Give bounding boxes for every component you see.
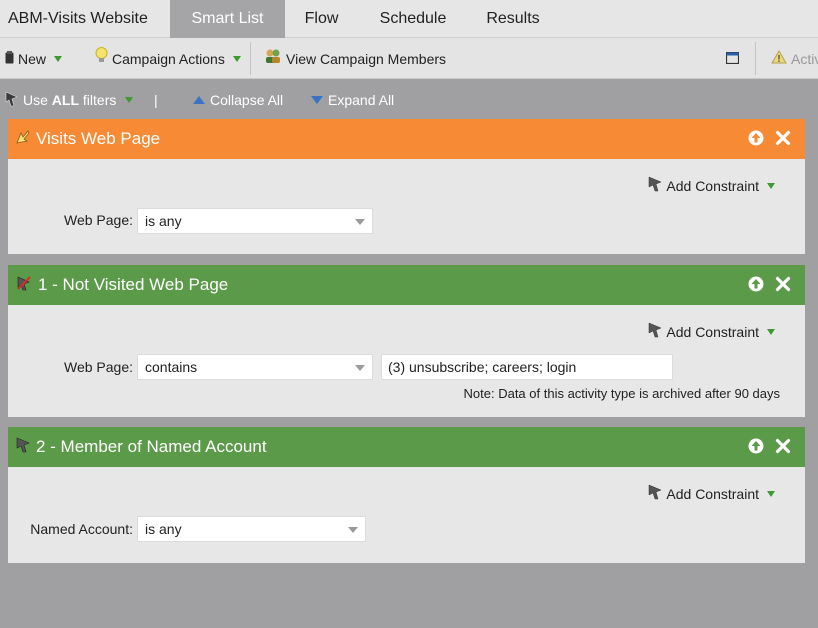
campaign-actions-label: Campaign Actions xyxy=(112,50,225,67)
collapse-icon xyxy=(193,96,205,104)
filter-funnel-icon xyxy=(648,322,663,341)
filter-card-visits-web-page: Visits Web Page Add Constraint Web Page:… xyxy=(8,119,805,254)
close-icon[interactable] xyxy=(775,276,791,292)
operator-value: contains xyxy=(145,359,198,375)
named-account-label: Named Account: xyxy=(30,521,133,537)
add-constraint-label: Add Constraint xyxy=(666,485,759,502)
archive-note: Note: Data of this activity type is arch… xyxy=(463,386,780,401)
tab-results[interactable]: Results xyxy=(468,0,558,38)
use-all-suffix: filters xyxy=(79,92,117,108)
collapse-all-button[interactable]: Collapse All xyxy=(193,91,283,109)
close-icon[interactable] xyxy=(775,438,791,454)
chevron-down-icon xyxy=(54,55,63,62)
filter-title: 1 - Not Visited Web Page xyxy=(38,275,229,294)
tab-schedule[interactable]: Schedule xyxy=(358,0,468,38)
filter-card-not-visited-web-page: 1 - Not Visited Web Page Add Constraint … xyxy=(8,265,805,417)
chevron-down-icon xyxy=(355,219,365,225)
move-up-icon[interactable] xyxy=(748,438,764,454)
chevron-down-icon xyxy=(355,365,365,371)
toolbar-divider xyxy=(250,42,251,75)
collapse-all-label: Collapse All xyxy=(210,92,284,108)
filter-title: Visits Web Page xyxy=(36,129,161,148)
filter-funnel-icon xyxy=(5,91,18,110)
lightbulb-icon xyxy=(95,38,108,80)
new-icon xyxy=(5,38,14,80)
filter-controls-bar: Use ALL filters | Collapse All Expand Al… xyxy=(0,80,818,118)
filter-header: 2 - Member of Named Account xyxy=(8,427,805,467)
web-page-label: Web Page: xyxy=(63,212,133,228)
window-icon xyxy=(725,38,740,80)
expand-all-button[interactable]: Expand All xyxy=(311,91,394,109)
add-constraint-label: Add Constraint xyxy=(666,177,759,194)
add-constraint-label: Add Constraint xyxy=(666,323,759,340)
web-page-label: Web Page: xyxy=(63,359,133,375)
people-icon xyxy=(264,38,282,80)
chevron-down-icon xyxy=(767,182,775,189)
operator-value: is any xyxy=(145,521,182,537)
tab-campaign-name[interactable]: ABM-Visits Website xyxy=(0,0,158,38)
use-all-filters-dropdown[interactable]: Use ALL filters xyxy=(5,91,134,110)
chevron-down-icon xyxy=(348,527,358,533)
operator-value: is any xyxy=(145,213,182,229)
view-campaign-members-label: View Campaign Members xyxy=(286,50,447,67)
operator-select[interactable]: contains xyxy=(137,354,373,380)
activation-button[interactable]: Activ xyxy=(771,38,818,79)
tab-flow[interactable]: Flow xyxy=(285,0,358,38)
filter-header: 1 - Not Visited Web Page xyxy=(8,265,805,305)
expand-all-label: Expand All xyxy=(328,92,395,108)
toolbar-divider xyxy=(755,42,756,75)
operator-select[interactable]: is any xyxy=(137,516,366,542)
add-constraint-button[interactable]: Add Constraint xyxy=(648,176,775,195)
view-campaign-members-button[interactable]: View Campaign Members xyxy=(264,38,446,79)
tab-bar: ABM-Visits Website Smart List Flow Sched… xyxy=(0,0,818,38)
campaign-actions-button[interactable]: Campaign Actions xyxy=(95,38,241,79)
add-constraint-button[interactable]: Add Constraint xyxy=(648,484,775,503)
chevron-down-icon xyxy=(767,490,775,497)
not-visited-icon xyxy=(16,275,32,296)
chevron-down-icon xyxy=(767,328,775,335)
warning-icon xyxy=(771,38,787,80)
filter-funnel-icon xyxy=(648,176,663,195)
pointer-icon xyxy=(16,129,30,149)
chevron-down-icon xyxy=(232,55,241,62)
use-all-bold: ALL xyxy=(51,92,80,108)
filter-funnel-icon xyxy=(16,437,30,458)
close-icon[interactable] xyxy=(775,130,791,146)
add-constraint-button[interactable]: Add Constraint xyxy=(648,322,775,341)
new-button[interactable]: New xyxy=(5,38,63,80)
toolbar: New Campaign Actions View Campaign Membe… xyxy=(0,38,818,79)
tab-smart-list[interactable]: Smart List xyxy=(170,0,285,38)
expand-icon xyxy=(311,96,323,104)
move-up-icon[interactable] xyxy=(748,130,764,146)
use-all-prefix: Use xyxy=(23,92,52,108)
filter-title: 2 - Member of Named Account xyxy=(36,437,267,456)
chevron-down-icon xyxy=(125,97,134,103)
filter-bar-separator: | xyxy=(154,92,158,108)
window-button[interactable] xyxy=(725,38,740,80)
web-page-value-input[interactable]: (3) unsubscribe; careers; login xyxy=(381,354,673,380)
filter-funnel-icon xyxy=(648,484,663,503)
filter-header: Visits Web Page xyxy=(8,119,805,159)
new-label: New xyxy=(18,50,47,67)
move-up-icon[interactable] xyxy=(748,276,764,292)
filter-card-member-of-named-account: 2 - Member of Named Account Add Constrai… xyxy=(8,427,805,563)
operator-select[interactable]: is any xyxy=(137,208,373,234)
activation-label: Activ xyxy=(791,50,818,67)
